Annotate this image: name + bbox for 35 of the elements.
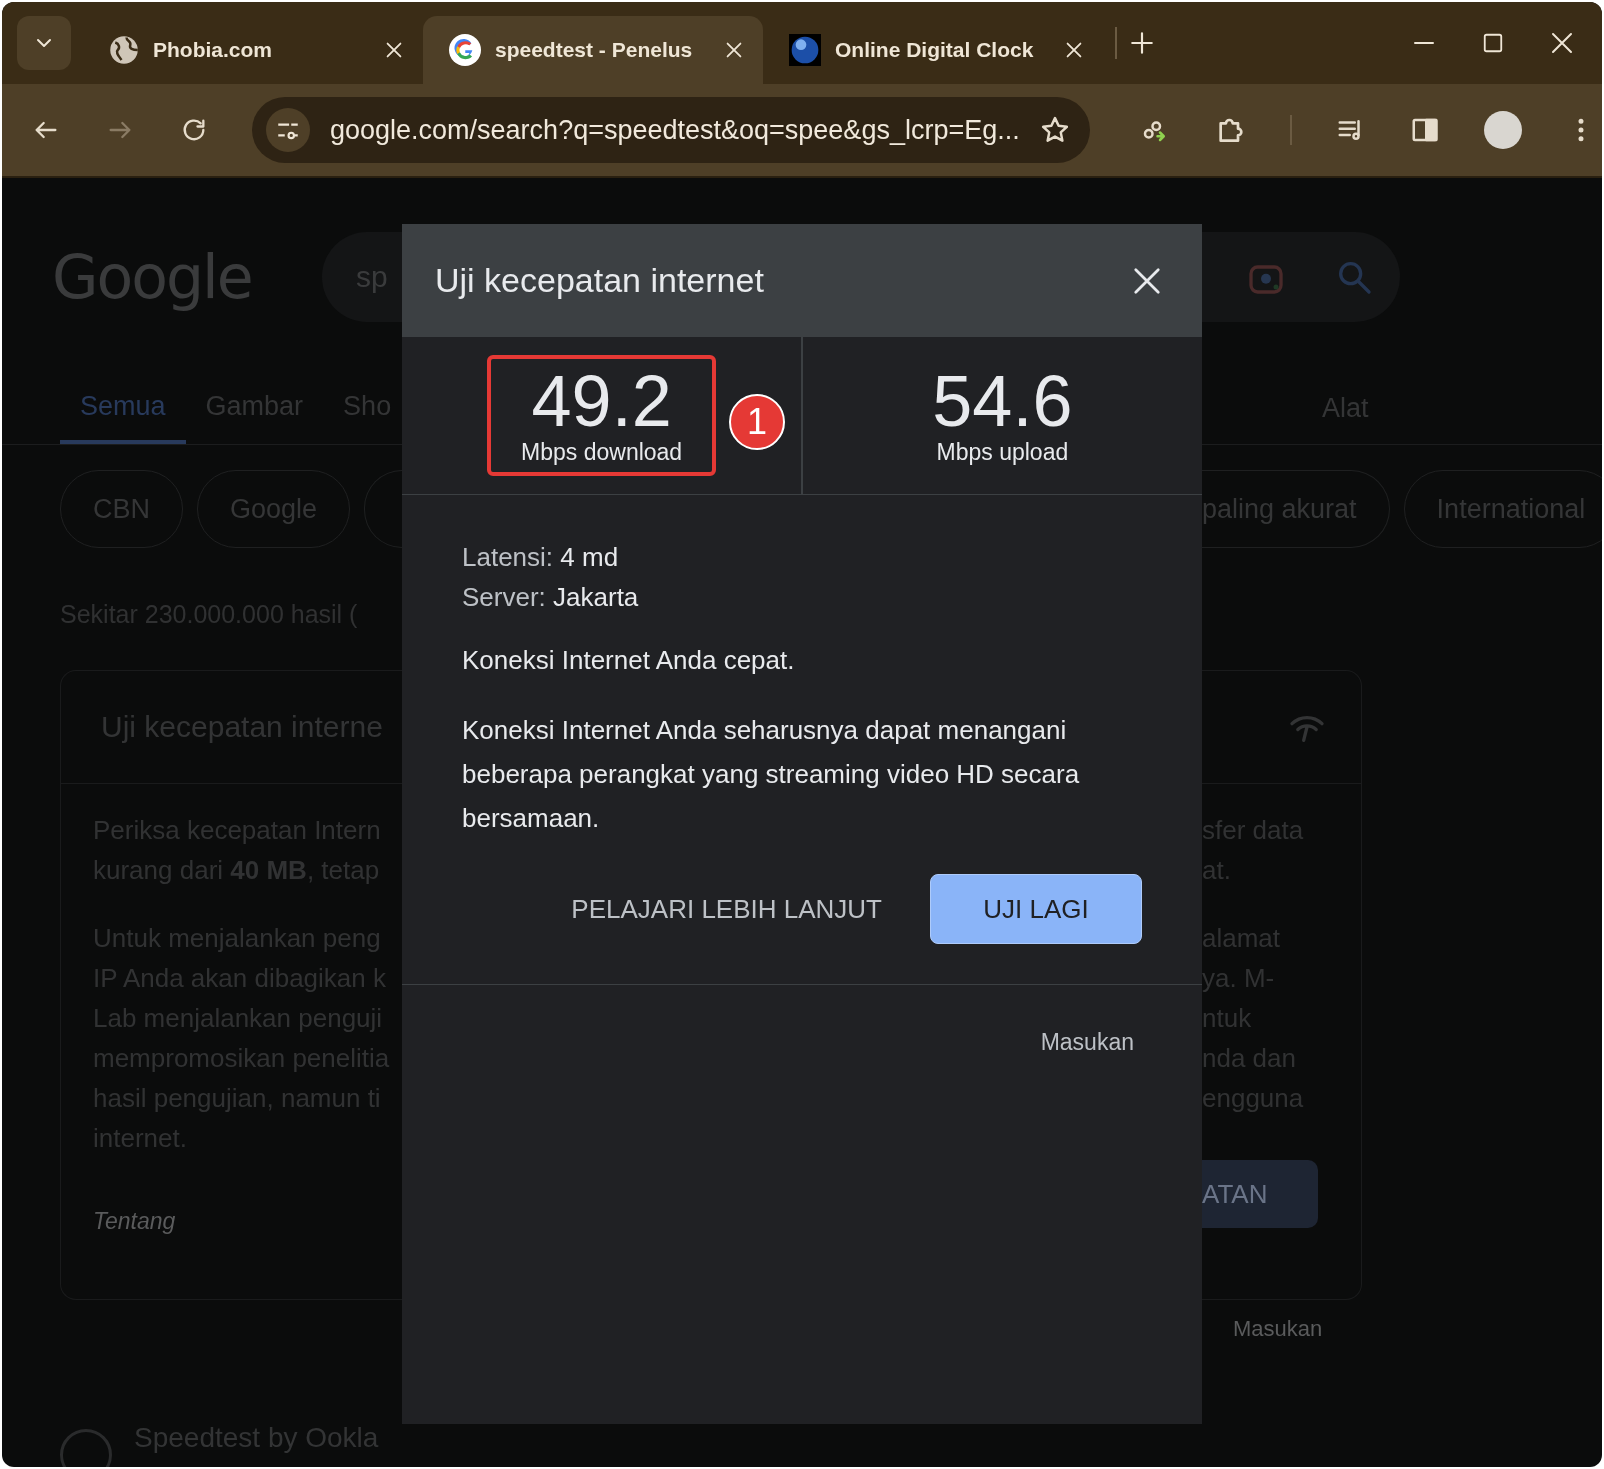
sphere-icon <box>789 34 821 66</box>
close-button[interactable] <box>1132 265 1162 296</box>
google-icon <box>449 34 481 66</box>
download-label: Mbps download <box>521 439 683 466</box>
upload-speed: 54.6 <box>932 363 1073 439</box>
browser-tab[interactable]: Phobia.com <box>83 16 423 84</box>
close-icon[interactable] <box>1550 31 1574 55</box>
download-speed: 49.2 <box>531 363 672 439</box>
description-text: Koneksi Internet Anda seharusnya dapat menangani beberapa perangkat yang streaming video HD secara bersamaan. <box>462 714 1081 835</box>
about-link[interactable]: Tentang <box>93 1208 402 1235</box>
detail-text: Server: Jakarta <box>462 581 640 614</box>
detail-text: Latensi: 4 md <box>462 541 620 574</box>
url-text: google.com/search?q=speedtest&oq=spee&gs_lcrp=Eg... <box>330 114 1020 146</box>
tab-title: Online Digital Clock <box>835 38 1035 62</box>
address-bar[interactable]: google.com/search?q=speedtest&oq=spee&gs_lcrp=Eg... <box>252 97 1090 163</box>
learn-more-button[interactable]: PELAJARI LEBIH LANJUT <box>571 893 882 925</box>
profile-avatar[interactable] <box>1483 111 1522 149</box>
dialog-title: Uji kecepatan internet <box>435 261 765 300</box>
retest-button[interactable]: UJI LAGI <box>930 874 1142 944</box>
site-settings-icon[interactable] <box>266 108 310 152</box>
tab-title: Phobia.com <box>153 38 274 62</box>
plus-icon[interactable] <box>1129 30 1155 56</box>
feedback-link[interactable]: Masukan <box>1040 1029 1134 1056</box>
feedback-link[interactable]: Masukan <box>1233 1316 1602 1342</box>
browser-tab[interactable]: Online Digital Clock <box>763 16 1103 84</box>
action-button[interactable]: ATAN <box>1202 1160 1318 1228</box>
star-icon[interactable] <box>1039 115 1070 145</box>
globe-icon <box>109 35 139 65</box>
search-tab[interactable]: Semua <box>60 372 186 444</box>
tab-title: speedtest - Penelus <box>495 38 694 62</box>
maximize-icon[interactable] <box>1482 32 1504 54</box>
upload-label: Mbps upload <box>936 439 1069 466</box>
step-badge: 1 <box>729 394 785 450</box>
verdict-text: Koneksi Internet Anda cepat. <box>462 645 796 676</box>
browser-tab[interactable]: speedtest - Penelus <box>423 16 763 84</box>
